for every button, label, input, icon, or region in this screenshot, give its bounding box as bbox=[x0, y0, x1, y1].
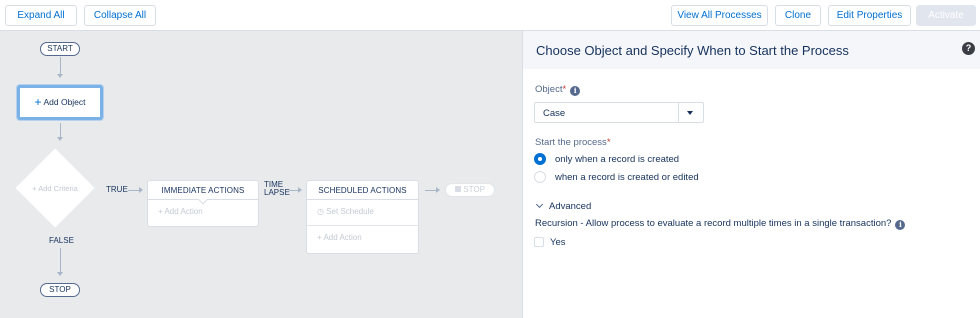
arrow-right-icon bbox=[139, 187, 143, 193]
connector-line bbox=[60, 123, 61, 138]
start-node: START bbox=[40, 42, 80, 56]
scheduled-actions-card: SCHEDULED ACTIONS ◷ Set Schedule + Add A… bbox=[306, 180, 419, 254]
process-canvas: START + Add Object + Add Criteria TRUE IM… bbox=[0, 31, 522, 318]
false-label: FALSE bbox=[49, 236, 74, 245]
connector-line bbox=[60, 248, 61, 273]
advanced-label: Advanced bbox=[549, 201, 592, 212]
arrow-down-icon bbox=[57, 272, 63, 276]
object-select-value: Case bbox=[543, 108, 566, 119]
info-icon[interactable]: i bbox=[570, 86, 581, 96]
arrow-right-icon bbox=[436, 187, 440, 193]
plus-icon: + bbox=[34, 95, 42, 109]
arrow-down-icon bbox=[57, 137, 63, 141]
connector-line bbox=[60, 57, 61, 75]
arrow-down-icon bbox=[57, 74, 63, 78]
advanced-toggle[interactable]: Advanced bbox=[535, 200, 592, 212]
add-action-label: Add Action bbox=[164, 207, 203, 216]
collapse-all-button[interactable]: Collapse All bbox=[84, 5, 156, 26]
select-divider bbox=[678, 103, 679, 122]
scheduled-actions-title: SCHEDULED ACTIONS bbox=[318, 186, 407, 195]
radio-option-created-or-edited[interactable]: when a record is created or edited bbox=[534, 170, 699, 184]
view-all-processes-button[interactable]: View All Processes bbox=[671, 5, 768, 26]
set-schedule-label: Set Schedule bbox=[326, 207, 374, 216]
time-lapse-line2: LAPSE bbox=[264, 188, 290, 197]
radio-button[interactable] bbox=[534, 171, 546, 183]
object-select[interactable]: Case bbox=[534, 102, 704, 123]
radio-label-created: only when a record is created bbox=[555, 153, 680, 165]
panel-header: Choose Object and Specify When to Start … bbox=[523, 31, 980, 69]
stop-icon bbox=[455, 186, 462, 192]
arrow-right-icon bbox=[298, 187, 302, 193]
time-lapse-label: TIME LAPSE bbox=[264, 181, 290, 197]
toolbar: Expand All Collapse All View All Process… bbox=[0, 0, 980, 31]
checkbox[interactable] bbox=[534, 237, 544, 247]
required-marker: * bbox=[606, 137, 611, 148]
info-icon[interactable]: i bbox=[895, 220, 906, 230]
radio-button-selected[interactable] bbox=[534, 153, 546, 165]
edit-properties-button[interactable]: Edit Properties bbox=[828, 5, 911, 26]
add-criteria-text: Add Criteria bbox=[38, 184, 78, 193]
object-label-text: Object bbox=[535, 84, 563, 95]
add-object-label: Add Object bbox=[43, 97, 86, 107]
recursion-text: Recursion - Allow process to evaluate a … bbox=[535, 218, 892, 229]
set-schedule-row[interactable]: ◷ Set Schedule bbox=[307, 200, 418, 225]
clock-icon: ◷ bbox=[317, 207, 324, 216]
stop-ghost-node: STOP bbox=[445, 183, 495, 197]
recursion-label: Recursion - Allow process to evaluate a … bbox=[535, 218, 906, 230]
stop-node: STOP bbox=[40, 283, 80, 297]
object-label: Object* i bbox=[535, 84, 581, 96]
add-criteria-label[interactable]: + Add Criteria bbox=[20, 184, 90, 193]
scheduled-actions-header: SCHEDULED ACTIONS bbox=[307, 181, 418, 200]
activate-button[interactable]: Activate bbox=[916, 5, 976, 26]
clone-button[interactable]: Clone bbox=[775, 5, 821, 26]
start-process-label: Start the process* bbox=[535, 137, 611, 148]
immediate-actions-header: IMMEDIATE ACTIONS bbox=[148, 181, 258, 205]
immediate-actions-card: IMMEDIATE ACTIONS + Add Action bbox=[147, 180, 259, 227]
expand-all-button[interactable]: Expand All bbox=[5, 5, 77, 26]
required-marker: * bbox=[562, 84, 567, 95]
radio-option-created[interactable]: only when a record is created bbox=[534, 152, 679, 166]
start-process-text: Start the process bbox=[535, 137, 607, 148]
yes-label: Yes bbox=[550, 236, 566, 248]
add-action-label: Add Action bbox=[323, 233, 362, 242]
recursion-yes-checkbox-row[interactable]: Yes bbox=[534, 235, 566, 249]
stop-ghost-label: STOP bbox=[463, 185, 485, 194]
radio-label-created-or-edited: when a record is created or edited bbox=[555, 171, 699, 183]
help-icon[interactable]: ? bbox=[962, 42, 975, 55]
true-label: TRUE bbox=[106, 185, 128, 194]
chevron-down-icon bbox=[687, 111, 693, 115]
add-object-node[interactable]: + Add Object bbox=[17, 85, 103, 120]
add-scheduled-action-row[interactable]: + Add Action bbox=[307, 225, 418, 250]
chevron-down-icon bbox=[535, 200, 544, 209]
panel-title: Choose Object and Specify When to Start … bbox=[536, 43, 849, 58]
